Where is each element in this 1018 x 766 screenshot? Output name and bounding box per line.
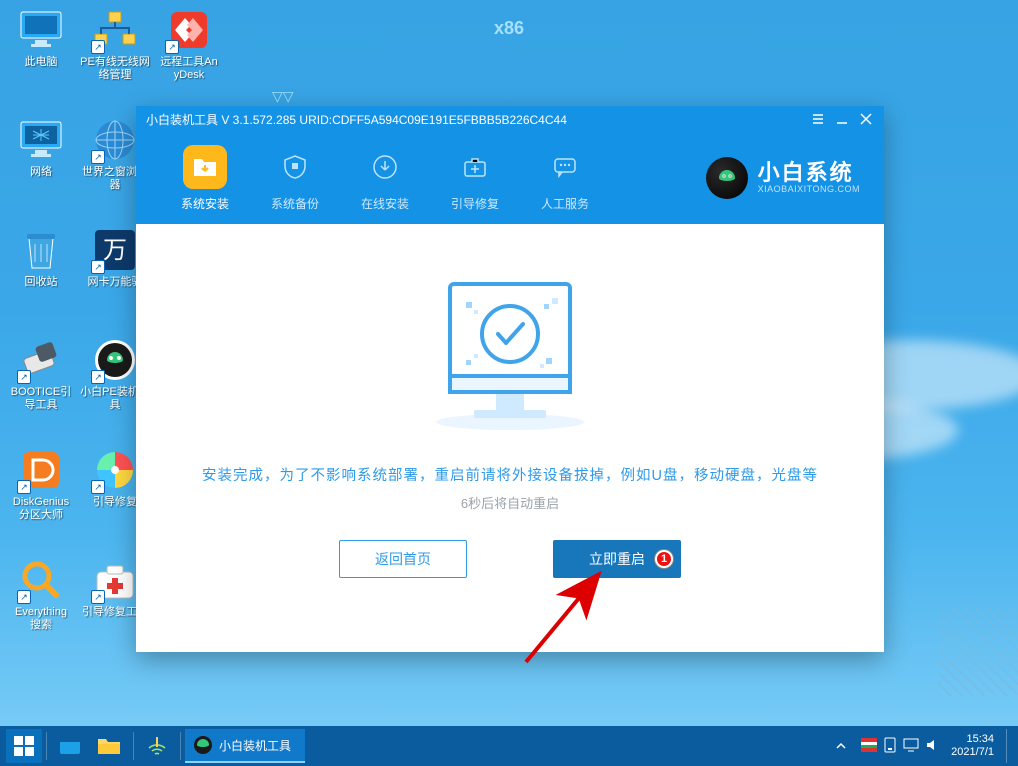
- wifi-icon: [146, 735, 168, 757]
- folder-down-icon: [183, 145, 227, 189]
- system-tray: 15:34 2021/7/1: [827, 729, 1012, 763]
- tray-chevron-up[interactable]: [827, 729, 855, 763]
- shortcut-overlay-icon: ↗: [91, 590, 105, 604]
- desktop: x86 ▽▽ 此电脑 网络 回收站 ↗ BOOTICE引导工具 ↗ DiskGe…: [0, 0, 1018, 766]
- xiaobai-icon: [193, 735, 213, 755]
- app-window: 小白装机工具 V 3.1.572.285 URID:CDFF5A594C09E1…: [136, 106, 884, 652]
- desktop-icon-label: PE有线无线网络管理: [80, 56, 150, 82]
- tray-network-icon[interactable]: [903, 738, 919, 755]
- desktop-icon-recycle[interactable]: 回收站: [10, 226, 72, 289]
- start-button[interactable]: [6, 729, 42, 763]
- shortcut-overlay-icon: ↗: [91, 370, 105, 384]
- clock-time: 15:34: [951, 733, 994, 746]
- brand-url: XIAOBAIXITONG.COM: [758, 185, 860, 195]
- back-home-button[interactable]: 返回首页: [339, 540, 467, 578]
- shortcut-overlay-icon: ↗: [17, 370, 31, 384]
- shortcut-overlay-icon: ↗: [91, 40, 105, 54]
- menu-button[interactable]: [806, 109, 830, 129]
- trash-icon: [21, 228, 61, 272]
- windows-icon: [14, 736, 34, 756]
- install-complete-message: 安装完成，为了不影响系统部署，重启前请将外接设备拔掉，例如U盘，移动硬盘，光盘等: [162, 464, 858, 485]
- close-button[interactable]: [854, 109, 878, 129]
- brand: 小白系统 XIAOBAIXITONG.COM: [706, 157, 860, 199]
- titlebar[interactable]: 小白装机工具 V 3.1.572.285 URID:CDFF5A594C09E1…: [136, 106, 884, 132]
- minimize-button[interactable]: [830, 109, 854, 129]
- desktop-icon-bootice[interactable]: ↗ BOOTICE引导工具: [10, 336, 72, 412]
- shortcut-overlay-icon: ↗: [17, 480, 31, 494]
- nav-online-install[interactable]: 在线安装: [340, 145, 430, 212]
- shortcut-overlay-icon: ↗: [165, 40, 179, 54]
- nav-label: 引导修复: [451, 197, 499, 211]
- taskbar-browser[interactable]: [51, 729, 89, 763]
- desktop-icon-diskgenius[interactable]: ↗ DiskGenius分区大师: [10, 446, 72, 522]
- decorative-pattern: [938, 606, 1018, 696]
- nav-label: 系统备份: [271, 197, 319, 211]
- download-circle-icon: [363, 145, 407, 189]
- desktop-icon-network[interactable]: 网络: [10, 116, 72, 179]
- desktop-icon-label: 远程工具AnyDesk: [158, 56, 220, 82]
- medkit-icon: [453, 145, 497, 189]
- chat-icon: [543, 145, 587, 189]
- tray-flag-icon[interactable]: [861, 738, 877, 755]
- desktop-icon-label: 此电脑: [10, 56, 72, 69]
- nav-ribbon: 系统安装 系统备份 在线安装 引导修复 人工服务 小白系统: [136, 132, 884, 224]
- taskbar-app-label: 小白装机工具: [219, 737, 291, 754]
- nav-human-service[interactable]: 人工服务: [520, 145, 610, 212]
- browser-icon: [59, 735, 81, 757]
- desktop-icon-anydesk[interactable]: ↗ 远程工具AnyDesk: [158, 6, 220, 82]
- arch-label: x86: [494, 18, 524, 39]
- nav-boot-repair[interactable]: 引导修复: [430, 145, 520, 212]
- network-monitor-icon: [19, 120, 63, 160]
- taskbar: 小白装机工具 15:34 2021/7/1: [0, 726, 1018, 766]
- taskbar-app-xiaobai[interactable]: 小白装机工具: [185, 729, 305, 763]
- desktop-icon-label: 网络: [10, 166, 72, 179]
- nav-system-backup[interactable]: 系统备份: [250, 145, 340, 212]
- window-title: 小白装机工具 V 3.1.572.285 URID:CDFF5A594C09E1…: [146, 111, 806, 128]
- folder-icon: [97, 736, 121, 756]
- taskbar-clock[interactable]: 15:34 2021/7/1: [945, 733, 1000, 758]
- success-illustration: [410, 264, 610, 434]
- desktop-icon-label: DiskGenius分区大师: [10, 496, 72, 522]
- desktop-icon-pe-net[interactable]: ↗ PE有线无线网络管理: [80, 6, 150, 82]
- svg-text:万: 万: [103, 237, 127, 264]
- brand-name: 小白系统: [758, 161, 860, 185]
- nav-label: 人工服务: [541, 197, 589, 211]
- tray-device-icon[interactable]: [883, 737, 897, 756]
- taskbar-explorer[interactable]: [89, 729, 129, 763]
- shortcut-overlay-icon: ↗: [91, 480, 105, 494]
- desktop-icon-label: 回收站: [10, 276, 72, 289]
- tray-speaker-icon[interactable]: [925, 738, 939, 755]
- nav-system-install[interactable]: 系统安装: [160, 145, 250, 212]
- content-area: 安装完成，为了不影响系统部署，重启前请将外接设备拔掉，例如U盘，移动硬盘，光盘等…: [136, 224, 884, 652]
- nav-label: 在线安装: [361, 197, 409, 211]
- monitor-icon: [19, 10, 63, 50]
- shortcut-overlay-icon: ↗: [91, 150, 105, 164]
- restart-now-button[interactable]: 立即重启 1: [553, 540, 681, 578]
- desktop-icon-everything[interactable]: ↗ Everything搜索: [10, 556, 72, 632]
- taskbar-wifi[interactable]: [138, 729, 176, 763]
- shortcut-overlay-icon: ↗: [17, 590, 31, 604]
- shield-icon: [273, 145, 317, 189]
- desktop-icon-label: Everything搜索: [10, 606, 72, 632]
- shortcut-overlay-icon: ↗: [91, 260, 105, 274]
- clock-date: 2021/7/1: [951, 746, 994, 759]
- auto-restart-countdown: 6秒后将自动重启: [461, 493, 559, 512]
- nav-label: 系统安装: [181, 197, 229, 211]
- brand-logo-icon: [706, 157, 748, 199]
- show-desktop-button[interactable]: [1006, 729, 1012, 763]
- chevron-down-icon: ▽▽: [272, 88, 294, 105]
- callout-badge: 1: [655, 550, 673, 568]
- desktop-icon-label: BOOTICE引导工具: [10, 386, 72, 412]
- desktop-icon-this-pc[interactable]: 此电脑: [10, 6, 72, 69]
